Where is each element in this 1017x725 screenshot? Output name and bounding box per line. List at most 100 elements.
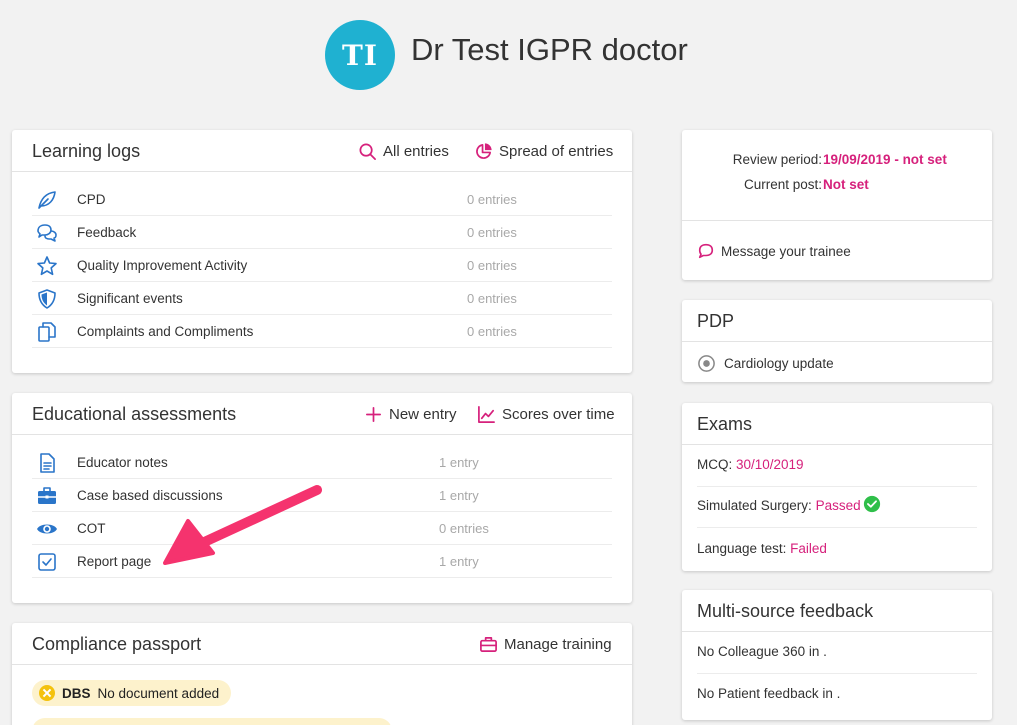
item-label: COT xyxy=(77,521,106,536)
chat-bubbles-icon xyxy=(37,224,57,242)
educational-assessments-card: Educational assessments New entry Scores… xyxy=(12,393,632,603)
list-item-cpd[interactable]: CPD 0 entries xyxy=(32,183,612,216)
briefcase-icon xyxy=(480,636,497,653)
list-item-quality-improvement[interactable]: Quality Improvement Activity 0 entries xyxy=(32,249,612,282)
msf-row-patient: No Patient feedback in . xyxy=(697,686,977,706)
spread-of-entries-button[interactable]: Spread of entries xyxy=(474,142,613,161)
compliance-passport-header: Compliance passport Manage training xyxy=(12,623,632,665)
list-item-educator-notes[interactable]: Educator notes 1 entry xyxy=(32,446,612,479)
plus-icon xyxy=(365,406,382,423)
new-entry-label: New entry xyxy=(389,406,457,423)
pdp-title: PDP xyxy=(697,311,735,331)
item-count: 0 entries xyxy=(439,521,489,536)
exams-header: Exams xyxy=(682,403,992,445)
badge-name: DBS xyxy=(62,685,91,701)
message-trainee-label: Message your trainee xyxy=(721,243,851,259)
doctor-name: Dr Test IGPR doctor xyxy=(411,32,688,67)
manage-training-button[interactable]: Manage training xyxy=(479,635,612,654)
review-period-card: Review period: 19/09/2019 - not set Curr… xyxy=(682,130,992,280)
msf-text: No Colleague 360 in . xyxy=(697,644,827,659)
manage-training-label: Manage training xyxy=(504,636,612,653)
item-count: 0 entries xyxy=(467,225,517,240)
divider xyxy=(682,220,992,221)
learning-logs-card: Learning logs All entries Spread of entr… xyxy=(12,130,632,373)
item-label: Case based discussions xyxy=(77,488,223,503)
new-entry-button[interactable]: New entry xyxy=(364,405,457,424)
badge-status: No document added xyxy=(97,685,220,701)
pdp-item-label: Cardiology update xyxy=(724,356,834,371)
list-item-report-page[interactable]: Report page 1 entry xyxy=(32,545,612,578)
document-icon xyxy=(40,453,55,473)
badge-placeholder xyxy=(32,718,392,725)
compliance-passport-card: Compliance passport Manage training DBS … xyxy=(12,623,632,725)
exams-card: Exams MCQ: 30/10/2019 Simulated Surgery:… xyxy=(682,403,992,571)
scores-over-time-label: Scores over time xyxy=(502,406,615,423)
list-item-feedback[interactable]: Feedback 0 entries xyxy=(32,216,612,249)
all-entries-label: All entries xyxy=(383,143,449,160)
check-circle-icon xyxy=(863,495,881,513)
item-count: 0 entries xyxy=(467,192,517,207)
compliance-passport-title: Compliance passport xyxy=(32,634,202,654)
star-icon xyxy=(37,256,57,276)
learning-logs-title: Learning logs xyxy=(32,141,141,161)
review-period-row: Review period: 19/09/2019 - not set xyxy=(682,152,992,170)
spread-of-entries-label: Spread of entries xyxy=(499,143,614,160)
exam-value: Failed xyxy=(790,541,827,556)
item-label: Complaints and Compliments xyxy=(77,324,254,339)
briefcase-icon xyxy=(38,487,56,504)
pdp-item[interactable]: Cardiology update xyxy=(697,354,834,373)
pdp-card: PDP Cardiology update xyxy=(682,300,992,382)
item-label: Feedback xyxy=(77,225,137,240)
checkbox-icon xyxy=(38,553,56,571)
educational-assessments-header: Educational assessments New entry Scores… xyxy=(12,393,632,435)
exam-value: Passed xyxy=(815,498,861,513)
line-chart-icon xyxy=(478,406,495,423)
msf-text: No Patient feedback in . xyxy=(697,686,841,701)
pie-chart-icon xyxy=(476,143,492,159)
exam-row-mcq: MCQ: 30/10/2019 xyxy=(697,457,977,487)
item-label: Quality Improvement Activity xyxy=(77,258,248,273)
radio-target-icon xyxy=(698,355,715,372)
chat-bubble-icon xyxy=(698,243,714,259)
dbs-badge[interactable]: DBS No document added xyxy=(32,680,232,706)
exam-row-language-test: Language test: Failed xyxy=(697,541,977,561)
msf-title: Multi-source feedback xyxy=(697,601,874,621)
item-count: 0 entries xyxy=(467,258,517,273)
current-post-value: Not set xyxy=(823,177,869,192)
educational-assessments-title: Educational assessments xyxy=(32,404,237,424)
item-label: CPD xyxy=(77,192,106,207)
exams-title: Exams xyxy=(697,414,753,434)
all-entries-button[interactable]: All entries xyxy=(358,142,449,161)
item-count: 0 entries xyxy=(467,324,517,339)
scores-over-time-button[interactable]: Scores over time xyxy=(477,405,615,424)
item-count: 1 entry xyxy=(439,455,479,470)
message-trainee-link[interactable]: Message your trainee xyxy=(697,242,851,260)
pdp-header: PDP xyxy=(682,300,992,342)
avatar: TI xyxy=(325,20,395,90)
list-item-complaints[interactable]: Complaints and Compliments 0 entries xyxy=(32,315,612,348)
item-label: Significant events xyxy=(77,291,183,306)
list-item-case-based-discussions[interactable]: Case based discussions 1 entry xyxy=(32,479,612,512)
current-post-row: Current post: Not set xyxy=(682,177,992,195)
item-count: 1 entry xyxy=(439,488,479,503)
exam-value: 30/10/2019 xyxy=(736,457,804,472)
exam-row-simulated-surgery: Simulated Surgery: Passed xyxy=(697,495,977,528)
msf-row-colleague: No Colleague 360 in . xyxy=(697,644,977,674)
search-icon xyxy=(359,143,376,160)
warning-x-icon xyxy=(39,685,55,701)
item-label: Report page xyxy=(77,554,152,569)
eye-icon xyxy=(37,524,57,534)
shield-icon xyxy=(38,289,56,309)
exam-label: Simulated Surgery: xyxy=(697,498,816,513)
review-period-value: 19/09/2019 - not set xyxy=(823,152,947,167)
current-post-label: Current post: xyxy=(743,177,822,192)
item-count: 0 entries xyxy=(467,291,517,306)
item-count: 1 entry xyxy=(439,554,479,569)
item-label: Educator notes xyxy=(77,455,168,470)
exam-label: Language test: xyxy=(697,541,791,556)
copy-documents-icon xyxy=(38,322,56,342)
msf-card: Multi-source feedback No Colleague 360 i… xyxy=(682,590,992,720)
list-item-significant-events[interactable]: Significant events 0 entries xyxy=(32,282,612,315)
learning-logs-header: Learning logs All entries Spread of entr… xyxy=(12,130,632,172)
list-item-cot[interactable]: COT 0 entries xyxy=(32,512,612,545)
